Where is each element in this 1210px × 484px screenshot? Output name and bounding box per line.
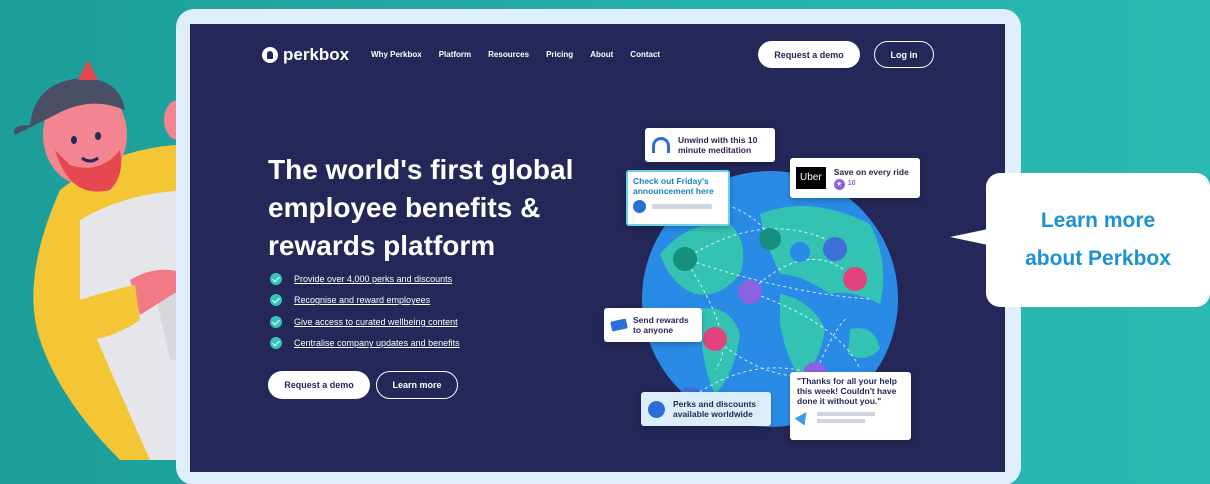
main-nav: Why Perkbox Platform Resources Pricing A… <box>371 50 677 59</box>
feature-link[interactable]: Provide over 4,000 perks and discounts <box>294 274 452 284</box>
feature-item: Give access to curated wellbeing content <box>270 311 460 333</box>
check-icon <box>270 272 282 285</box>
perkbox-logo-icon <box>262 47 278 63</box>
quote-text: "Thanks for all your help this week! Cou… <box>797 376 897 406</box>
send-rewards-text: Send rewards to anyone <box>633 315 689 335</box>
feature-list: Provide over 4,000 perks and discounts R… <box>270 268 460 354</box>
hero-learn-more-button[interactable]: Learn more <box>376 371 458 399</box>
hero-request-demo-button[interactable]: Request a demo <box>268 371 370 399</box>
star-icon: ★ <box>833 178 845 190</box>
uber-card[interactable]: Uber Save on every ride ★ 10 <box>790 158 920 198</box>
learn-more-bubble[interactable]: Learn more about Perkbox <box>950 173 1210 307</box>
nav-why-perkbox[interactable]: Why Perkbox <box>371 50 422 59</box>
check-icon <box>270 294 282 307</box>
announcement-text: Check out Friday's announcement here <box>633 176 714 196</box>
perks-worldwide-card[interactable]: Perks and discounts available worldwide <box>641 392 771 426</box>
check-icon <box>270 337 282 350</box>
uber-logo: Uber <box>796 167 826 189</box>
nav-about[interactable]: About <box>590 50 613 59</box>
login-button[interactable]: Log in <box>874 41 934 68</box>
request-demo-button[interactable]: Request a demo <box>758 41 860 68</box>
bubble-text: Learn more about Perkbox <box>1025 209 1171 270</box>
uber-points: 10 <box>847 180 856 187</box>
nav-resources[interactable]: Resources <box>488 50 529 59</box>
perkbox-logo[interactable]: perkbox <box>262 45 349 65</box>
card-icon <box>610 318 628 332</box>
placeholder-line <box>817 418 865 423</box>
placeholder-line <box>817 411 875 416</box>
feature-item: Provide over 4,000 perks and discounts <box>270 268 460 290</box>
check-icon <box>270 315 282 328</box>
party-icon <box>794 408 812 426</box>
feature-link[interactable]: Recognise and reward employees <box>294 295 430 305</box>
progress-bar <box>652 204 712 209</box>
hero-title: The world's first global employee benefi… <box>268 154 574 261</box>
website-screen: perkbox Why Perkbox Platform Resources P… <box>190 24 1005 472</box>
feature-link[interactable]: Give access to curated wellbeing content <box>294 317 458 327</box>
feature-item: Centralise company updates and benefits <box>270 333 460 355</box>
globe-icon <box>648 400 665 418</box>
quote-card[interactable]: "Thanks for all your help this week! Cou… <box>790 372 911 440</box>
meditation-card[interactable]: Unwind with this 10 minute meditation <box>645 128 775 162</box>
nav-platform[interactable]: Platform <box>439 50 471 59</box>
announcement-card[interactable]: Check out Friday's announcement here <box>626 170 730 226</box>
feature-item: Recognise and reward employees <box>270 290 460 312</box>
send-rewards-card[interactable]: Send rewards to anyone <box>604 308 702 342</box>
play-icon <box>633 200 646 213</box>
mascot-illustration <box>14 60 200 460</box>
perks-worldwide-text: Perks and discounts available worldwide <box>673 399 757 419</box>
feature-link[interactable]: Centralise company updates and benefits <box>294 338 460 348</box>
nav-contact[interactable]: Contact <box>630 50 660 59</box>
nav-pricing[interactable]: Pricing <box>546 50 573 59</box>
meditation-text: Unwind with this 10 minute meditation <box>678 135 758 155</box>
uber-card-title: Save on every ride <box>833 166 909 177</box>
brand-name: perkbox <box>283 45 350 64</box>
headphones-icon <box>652 137 670 153</box>
